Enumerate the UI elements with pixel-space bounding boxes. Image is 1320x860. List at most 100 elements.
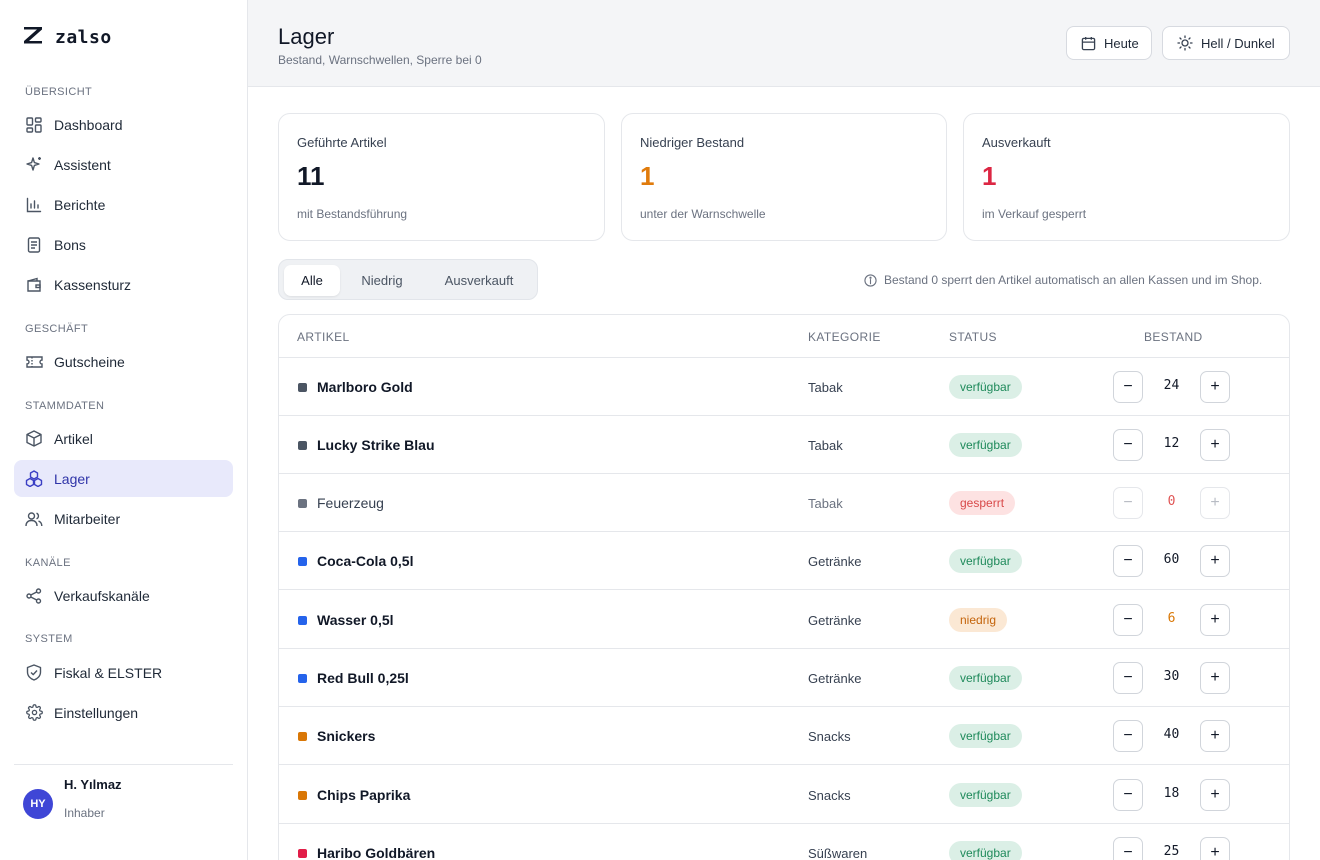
increase-stock-button[interactable]: + <box>1200 837 1230 860</box>
column-header-status[interactable]: STATUS <box>949 330 997 344</box>
sidebar-item-fiskal-elster[interactable]: Fiskal & ELSTER <box>14 654 233 691</box>
table-row[interactable]: Chips Paprika Snacks verfügbar −18 + <box>279 766 1289 824</box>
avatar[interactable]: HY <box>23 789 53 819</box>
stock-value[interactable]: 60 <box>1143 552 1200 567</box>
table-row[interactable]: Red Bull 0,25l Getränke verfügbar −30 + <box>279 649 1289 707</box>
article-category: Snacks <box>808 788 851 803</box>
today-button[interactable]: Heute <box>1066 26 1152 60</box>
info-note-text: Bestand 0 sperrt den Artikel automatisch… <box>884 273 1263 287</box>
decrease-stock-button[interactable]: − <box>1113 545 1143 577</box>
article-name: Marlboro Gold <box>317 379 413 395</box>
filter-tab-niedrig[interactable]: Niedrig <box>345 265 419 296</box>
status-badge: verfügbar <box>949 666 1022 690</box>
column-header-bestand[interactable]: BESTAND <box>1144 330 1203 344</box>
stock-stepper: −40 + <box>1113 720 1230 752</box>
sidebar-item-dashboard[interactable]: Dashboard <box>14 106 233 143</box>
stock-value[interactable]: 40 <box>1143 727 1200 742</box>
box-icon <box>25 430 43 448</box>
column-header-kategorie[interactable]: KATEGORIE <box>808 330 881 344</box>
sidebar-item-assistent[interactable]: Assistent <box>14 146 233 183</box>
minus-icon: − <box>1123 494 1133 511</box>
minus-icon: − <box>1123 552 1133 569</box>
sidebar-item-bons[interactable]: Bons <box>14 226 233 263</box>
plus-icon: + <box>1210 844 1220 860</box>
table-row[interactable]: Lucky Strike Blau Tabak verfügbar −12 + <box>279 416 1289 474</box>
sidebar-item-label: Assistent <box>54 156 111 173</box>
table-row[interactable]: Marlboro Gold Tabak verfügbar −24 + <box>279 358 1289 416</box>
stock-value[interactable]: 18 <box>1143 786 1200 801</box>
users-icon <box>25 510 43 528</box>
theme-toggle-button[interactable]: Hell / Dunkel <box>1162 26 1290 60</box>
stock-value[interactable]: 0 <box>1143 494 1200 509</box>
sidebar-item-gutscheine[interactable]: Gutscheine <box>14 343 233 380</box>
table-row[interactable]: Haribo Goldbären Süßwaren verfügbar −25 + <box>279 824 1289 860</box>
stock-stepper: −60 + <box>1113 545 1230 577</box>
decrease-stock-button[interactable]: − <box>1113 371 1143 403</box>
sidebar-item-artikel[interactable]: Artikel <box>14 420 233 457</box>
sidebar-item-einstellungen[interactable]: Einstellungen <box>14 694 233 731</box>
increase-stock-button[interactable]: + <box>1200 545 1230 577</box>
sidebar-item-label: Verkaufskanäle <box>54 587 150 604</box>
info-icon <box>864 273 878 287</box>
status-badge: niedrig <box>949 608 1008 632</box>
page-title: Lager <box>278 24 335 49</box>
decrease-stock-button[interactable]: − <box>1113 429 1143 461</box>
decrease-stock-button[interactable]: − <box>1113 604 1143 636</box>
category-color-dot <box>298 499 307 508</box>
decrease-stock-button[interactable]: − <box>1113 779 1143 811</box>
minus-icon: − <box>1123 611 1133 628</box>
inventory-table: ARTIKEL KATEGORIE STATUS BESTAND Marlbor… <box>278 314 1290 860</box>
stock-stepper: −0 + <box>1113 487 1230 519</box>
increase-stock-button[interactable]: + <box>1200 720 1230 752</box>
increase-stock-button[interactable]: + <box>1200 429 1230 461</box>
increase-stock-button[interactable]: + <box>1200 662 1230 694</box>
stock-stepper: −30 + <box>1113 662 1230 694</box>
stat-value: 11 <box>297 161 325 191</box>
decrease-stock-button[interactable]: − <box>1113 837 1143 860</box>
increase-stock-button[interactable]: + <box>1200 487 1230 519</box>
table-row[interactable]: Wasser 0,5l Getränke niedrig −6 + <box>279 591 1289 649</box>
stock-value[interactable]: 6 <box>1143 611 1200 626</box>
sidebar-item-verkaufskanaele[interactable]: Verkaufskanäle <box>14 577 233 614</box>
stat-value: 1 <box>640 161 655 191</box>
stat-title: Ausverkauft <box>982 135 1051 150</box>
filter-tab-alle[interactable]: Alle <box>284 265 340 296</box>
share-icon <box>25 587 43 605</box>
sidebar-item-kassensturz[interactable]: Kassensturz <box>14 266 233 303</box>
section-label-stammdaten: STAMMDATEN <box>25 400 105 412</box>
decrease-stock-button[interactable]: − <box>1113 487 1143 519</box>
sidebar-item-mitarbeiter[interactable]: Mitarbeiter <box>14 500 233 537</box>
column-header-artikel[interactable]: ARTIKEL <box>297 330 350 344</box>
status-badge: verfügbar <box>949 841 1022 860</box>
sidebar-item-berichte[interactable]: Berichte <box>14 186 233 223</box>
brand-logo[interactable]: zalso <box>22 24 112 50</box>
info-note: Bestand 0 sperrt den Artikel automatisch… <box>864 271 1262 289</box>
table-row[interactable]: Feuerzeug Tabak gesperrt −0 + <box>279 474 1289 532</box>
sidebar-item-label: Berichte <box>54 196 106 213</box>
increase-stock-button[interactable]: + <box>1200 779 1230 811</box>
sidebar-item-label: Gutscheine <box>54 353 125 370</box>
status-badge: gesperrt <box>949 491 1016 515</box>
stock-value[interactable]: 24 <box>1143 378 1200 393</box>
decrease-stock-button[interactable]: − <box>1113 720 1143 752</box>
increase-stock-button[interactable]: + <box>1200 604 1230 636</box>
increase-stock-button[interactable]: + <box>1200 371 1230 403</box>
category-color-dot <box>298 849 307 858</box>
bar-chart-icon <box>25 196 43 214</box>
decrease-stock-button[interactable]: − <box>1113 662 1143 694</box>
stock-value[interactable]: 12 <box>1143 436 1200 451</box>
filter-tab-ausverkauft[interactable]: Ausverkauft <box>427 265 531 296</box>
stock-value[interactable]: 25 <box>1143 844 1200 859</box>
dashboard-icon <box>25 116 43 134</box>
sidebar-item-label: Lager <box>54 470 90 487</box>
article-name: Coca-Cola 0,5l <box>317 553 414 569</box>
stock-value[interactable]: 30 <box>1143 669 1200 684</box>
stock-stepper: −12 + <box>1113 429 1230 461</box>
category-color-dot <box>298 441 307 450</box>
today-label: Heute <box>1104 35 1139 51</box>
article-name: Lucky Strike Blau <box>317 437 435 453</box>
article-name: Snickers <box>317 728 376 744</box>
table-row[interactable]: Coca-Cola 0,5l Getränke verfügbar −60 + <box>279 532 1289 590</box>
table-row[interactable]: Snickers Snacks verfügbar −40 + <box>279 707 1289 765</box>
sidebar-item-lager[interactable]: Lager <box>14 460 233 497</box>
